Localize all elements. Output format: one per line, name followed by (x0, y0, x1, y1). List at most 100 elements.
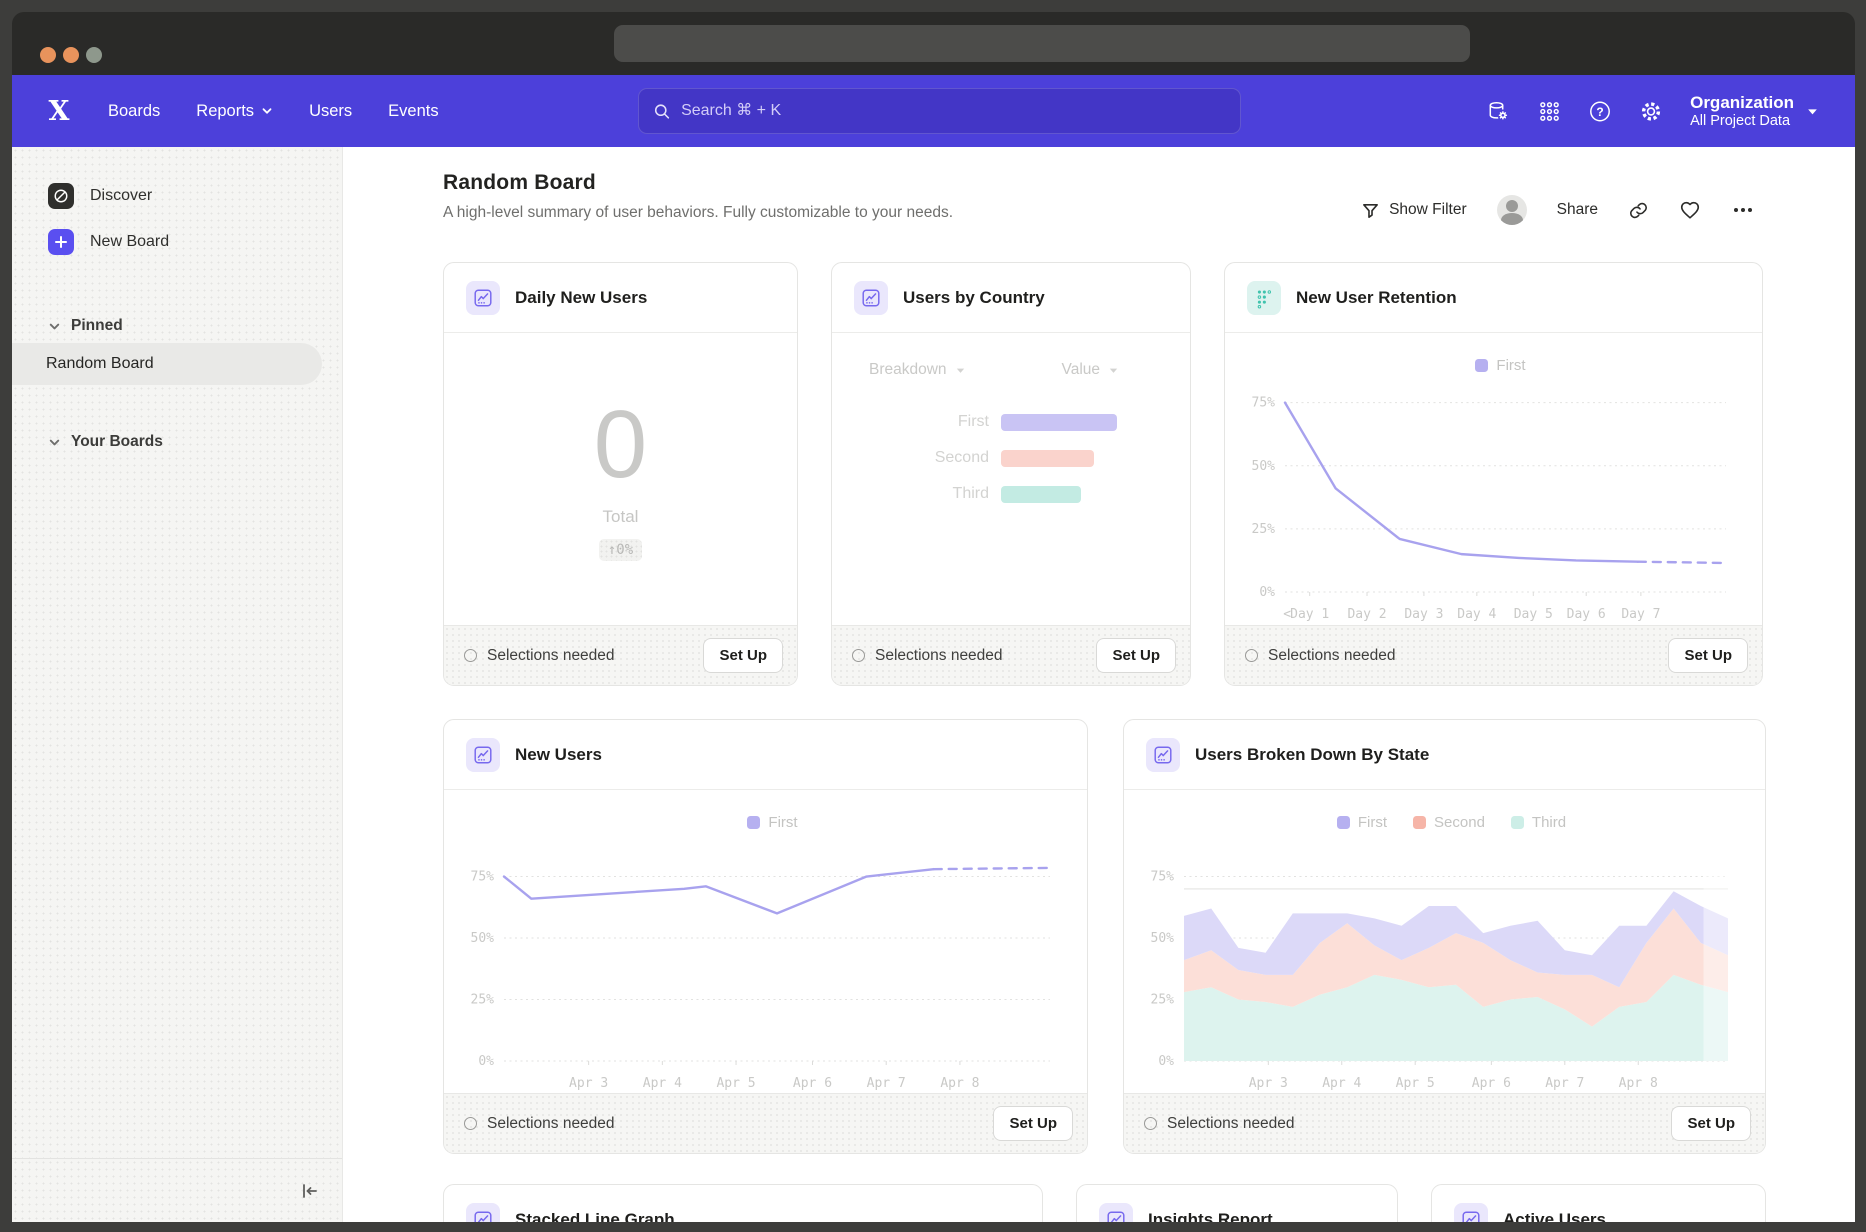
svg-text:Apr 5: Apr 5 (716, 1076, 755, 1091)
collapse-sidebar-icon[interactable] (296, 1179, 320, 1203)
card-title: Stacked Line Graph (515, 1210, 675, 1223)
more-options-icon[interactable] (1731, 198, 1755, 222)
card-title: Insights Report (1148, 1210, 1273, 1223)
status-selections-needed: Selections needed (1144, 1115, 1295, 1133)
stacked-area-chart: 75%50%25%0%Apr 3Apr 4Apr 5Apr 6Apr 7Apr … (1138, 833, 1746, 1095)
copy-link-icon[interactable] (1628, 200, 1649, 221)
nav-item-users[interactable]: Users (309, 102, 352, 121)
card-new-users: New Users First 75%50%25%0%Apr 3Apr 4Apr… (443, 719, 1088, 1154)
breakdown-dropdown[interactable]: Breakdown (869, 361, 966, 379)
browser-titlebar (12, 12, 1855, 75)
window-controls (40, 47, 102, 63)
line-chart-icon (1146, 738, 1180, 772)
navbar-right: ? Organization All Project Data (1486, 75, 1819, 147)
org-switcher[interactable]: Organization All Project Data (1690, 93, 1819, 130)
card-insights-report: Insights Report (1076, 1184, 1398, 1222)
sidebar-item-discover[interactable]: Discover (48, 173, 342, 219)
legend-swatch (1475, 359, 1488, 372)
sidebar-section-your-boards[interactable]: Your Boards (48, 425, 342, 459)
value-dropdown[interactable]: Value (1062, 361, 1120, 379)
line-chart-icon (1454, 1203, 1488, 1223)
chart-legend: First Second Third (1138, 814, 1765, 831)
chevron-down-icon (48, 436, 61, 449)
set-up-button[interactable]: Set Up (993, 1106, 1073, 1141)
sidebar-section-pinned[interactable]: Pinned (48, 309, 342, 343)
set-up-button[interactable]: Set Up (1668, 638, 1748, 673)
chart-legend: First (1239, 357, 1762, 374)
card-users-by-country: Users by Country Breakdown Value (831, 262, 1191, 686)
search-input[interactable] (681, 102, 1226, 120)
svg-text:Apr 8: Apr 8 (940, 1076, 979, 1091)
set-up-button[interactable]: Set Up (1096, 638, 1176, 673)
data-management-icon[interactable] (1486, 99, 1510, 123)
chevron-down-icon (1806, 105, 1819, 118)
svg-text:50%: 50% (471, 931, 495, 946)
nav-item-reports[interactable]: Reports (196, 102, 273, 121)
svg-text:Day 4: Day 4 (1457, 607, 1496, 622)
svg-text:Apr 3: Apr 3 (1249, 1076, 1288, 1091)
card-users-by-state: Users Broken Down By State First Second … (1123, 719, 1766, 1154)
line-chart-icon (466, 281, 500, 315)
set-up-button[interactable]: Set Up (1671, 1106, 1751, 1141)
chevron-down-icon (48, 320, 61, 333)
main-content: Random Board A high-level summary of use… (343, 147, 1855, 1222)
card-title: Active Users (1503, 1210, 1606, 1223)
search-icon (653, 102, 671, 121)
org-name: Organization (1690, 93, 1794, 113)
svg-text:Day 3: Day 3 (1404, 607, 1443, 622)
line-chart-icon (854, 281, 888, 315)
page-title: Random Board (443, 171, 1855, 195)
chevron-down-icon (261, 105, 273, 117)
card-new-user-retention: New User Retention First 75%50%25%0%<Day… (1224, 262, 1763, 686)
status-ring-icon (1144, 1117, 1157, 1130)
svg-text:75%: 75% (1151, 870, 1175, 885)
svg-text:Apr 6: Apr 6 (793, 1076, 832, 1091)
chevron-down-icon (1108, 365, 1119, 376)
help-icon[interactable]: ? (1588, 99, 1612, 123)
card-title: New Users (515, 745, 602, 765)
country-row: First (832, 413, 1190, 431)
set-up-button[interactable]: Set Up (703, 638, 783, 673)
show-filter-button[interactable]: Show Filter (1361, 201, 1467, 220)
svg-text:Day 6: Day 6 (1567, 607, 1606, 622)
nav-item-boards[interactable]: Boards (108, 102, 160, 121)
compass-icon (48, 183, 74, 209)
apps-grid-icon[interactable] (1537, 99, 1561, 123)
window-minimize-button[interactable] (63, 47, 79, 63)
card-title: New User Retention (1296, 288, 1457, 308)
svg-text:Apr 4: Apr 4 (1322, 1076, 1361, 1091)
svg-text:25%: 25% (1252, 522, 1276, 537)
svg-text:Apr 8: Apr 8 (1619, 1076, 1658, 1091)
avatar[interactable] (1497, 195, 1527, 225)
card-title: Users Broken Down By State (1195, 745, 1429, 765)
metric-value: 0 (594, 397, 647, 493)
window-close-button[interactable] (40, 47, 56, 63)
chevron-down-icon (955, 365, 966, 376)
line-chart-icon (466, 1203, 500, 1223)
legend-swatch (1413, 816, 1426, 829)
share-button[interactable]: Share (1557, 201, 1598, 219)
status-selections-needed: Selections needed (464, 647, 615, 665)
nav-item-events[interactable]: Events (388, 102, 438, 121)
status-ring-icon (852, 649, 865, 662)
svg-text:Apr 7: Apr 7 (1545, 1076, 1584, 1091)
svg-text:Apr 5: Apr 5 (1396, 1076, 1435, 1091)
board-actions: Show Filter Share (1361, 195, 1755, 225)
svg-text:Apr 6: Apr 6 (1472, 1076, 1511, 1091)
favorite-heart-icon[interactable] (1679, 199, 1701, 221)
svg-text:25%: 25% (471, 993, 495, 1008)
sidebar-item-new-board[interactable]: New Board (48, 219, 342, 265)
status-selections-needed: Selections needed (852, 647, 1003, 665)
global-search[interactable] (638, 88, 1241, 134)
status-ring-icon (464, 1117, 477, 1130)
sidebar-footer (12, 1158, 342, 1222)
browser-url-bar[interactable] (614, 25, 1470, 62)
window-zoom-button[interactable] (86, 47, 102, 63)
mixpanel-logo[interactable]: X (44, 96, 74, 127)
sidebar-item-random-board[interactable]: Random Board (12, 343, 322, 385)
primary-nav: Boards Reports Users Events (108, 102, 439, 121)
value-bar (1001, 486, 1081, 503)
svg-text:Day 7: Day 7 (1621, 607, 1660, 622)
org-project-scope: All Project Data (1690, 113, 1794, 130)
settings-gear-icon[interactable] (1639, 99, 1663, 123)
